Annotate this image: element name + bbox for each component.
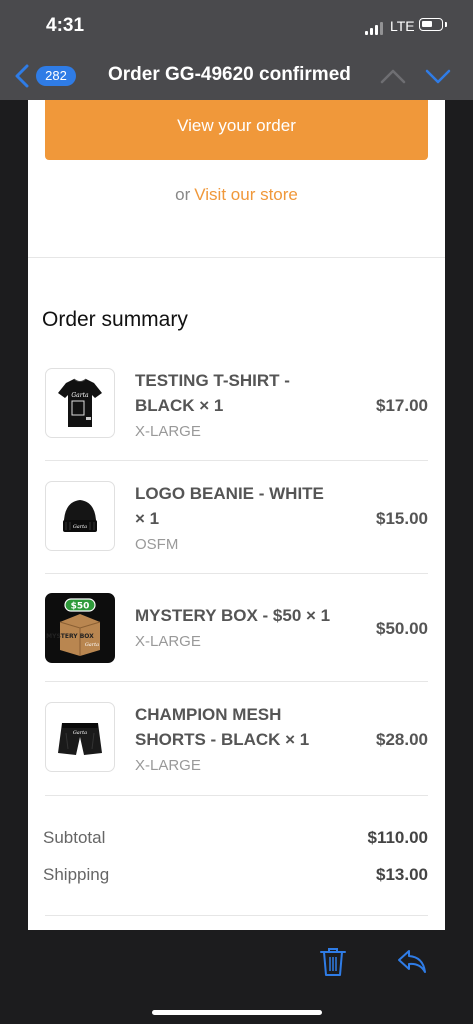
- item-name: LOGO BEANIE - WHITE × 1: [135, 484, 324, 528]
- signal-icon: [365, 21, 387, 35]
- mystery-box-thumbnail: $50 MYSTERY BOX Garta: [45, 593, 115, 663]
- order-summary-heading: Order summary: [42, 308, 188, 331]
- item-variant: OSFM: [135, 536, 179, 553]
- order-item: Garta LOGO BEANIE - WHITE × 1 OSFM $15.0…: [45, 481, 428, 556]
- mystery-box-badge-text: $50: [71, 602, 90, 612]
- item-divider: [45, 795, 428, 796]
- battery-icon: [419, 18, 447, 31]
- visit-prefix: or: [175, 185, 191, 204]
- shipping-value: $13.00: [376, 865, 428, 884]
- item-variant: X-LARGE: [135, 633, 201, 650]
- item-divider: [45, 573, 428, 574]
- next-message-icon[interactable]: [425, 68, 451, 84]
- email-subject-title: Order GG-49620 confirmed: [108, 64, 351, 85]
- item-variant: X-LARGE: [135, 423, 201, 440]
- network-label: LTE: [390, 18, 415, 34]
- divider: [28, 257, 445, 258]
- item-divider: [45, 460, 428, 461]
- item-price: $15.00: [376, 509, 428, 528]
- subtotal-value: $110.00: [367, 828, 428, 847]
- totals-divider: [45, 915, 428, 916]
- view-order-button[interactable]: View your order: [45, 100, 428, 160]
- status-bar: 4:31 LTE: [0, 0, 473, 52]
- navigation-bar: 282 Order GG-49620 confirmed: [0, 52, 473, 100]
- reply-icon[interactable]: [396, 948, 428, 974]
- item-divider: [45, 681, 428, 682]
- svg-text:Garta: Garta: [85, 642, 99, 648]
- svg-text:Garta: Garta: [73, 524, 87, 530]
- bottom-toolbar: [0, 930, 473, 1024]
- visit-store-line: or Visit our store: [28, 185, 445, 205]
- back-chevron-icon[interactable]: [14, 64, 30, 88]
- order-item: $50 MYSTERY BOX Garta MYSTERY BOX - $50 …: [45, 593, 428, 663]
- item-price: $50.00: [376, 619, 428, 638]
- previous-message-icon[interactable]: [380, 68, 406, 84]
- beanie-thumbnail: Garta: [45, 481, 115, 551]
- svg-text:Garta: Garta: [71, 392, 89, 399]
- item-price: $17.00: [376, 396, 428, 415]
- trash-icon[interactable]: [318, 946, 348, 978]
- mystery-box-label-text: MYSTERY BOX: [46, 633, 94, 640]
- order-item: Garta CHAMPION MESH SHORTS - BLACK × 1 X…: [45, 702, 428, 777]
- home-indicator[interactable]: [152, 1010, 322, 1015]
- shorts-thumbnail: Garta: [45, 702, 115, 772]
- unread-count-badge[interactable]: 282: [36, 66, 76, 86]
- item-name: MYSTERY BOX - $50 × 1: [135, 606, 331, 625]
- tshirt-thumbnail: Garta: [45, 368, 115, 438]
- item-variant: X-LARGE: [135, 757, 201, 774]
- item-name: CHAMPION MESH SHORTS - BLACK × 1: [135, 705, 310, 749]
- item-price: $28.00: [376, 730, 428, 749]
- visit-store-link[interactable]: Visit our store: [194, 185, 298, 204]
- order-item: Garta TESTING T-SHIRT - BLACK × 1 X-LARG…: [45, 368, 428, 443]
- status-time: 4:31: [46, 15, 85, 36]
- email-body[interactable]: View your order or Visit our store Order …: [28, 100, 445, 930]
- shipping-label: Shipping: [43, 865, 110, 884]
- item-name: TESTING T-SHIRT - BLACK × 1: [135, 371, 290, 415]
- svg-text:Garta: Garta: [73, 730, 87, 736]
- subtotal-label: Subtotal: [43, 828, 106, 847]
